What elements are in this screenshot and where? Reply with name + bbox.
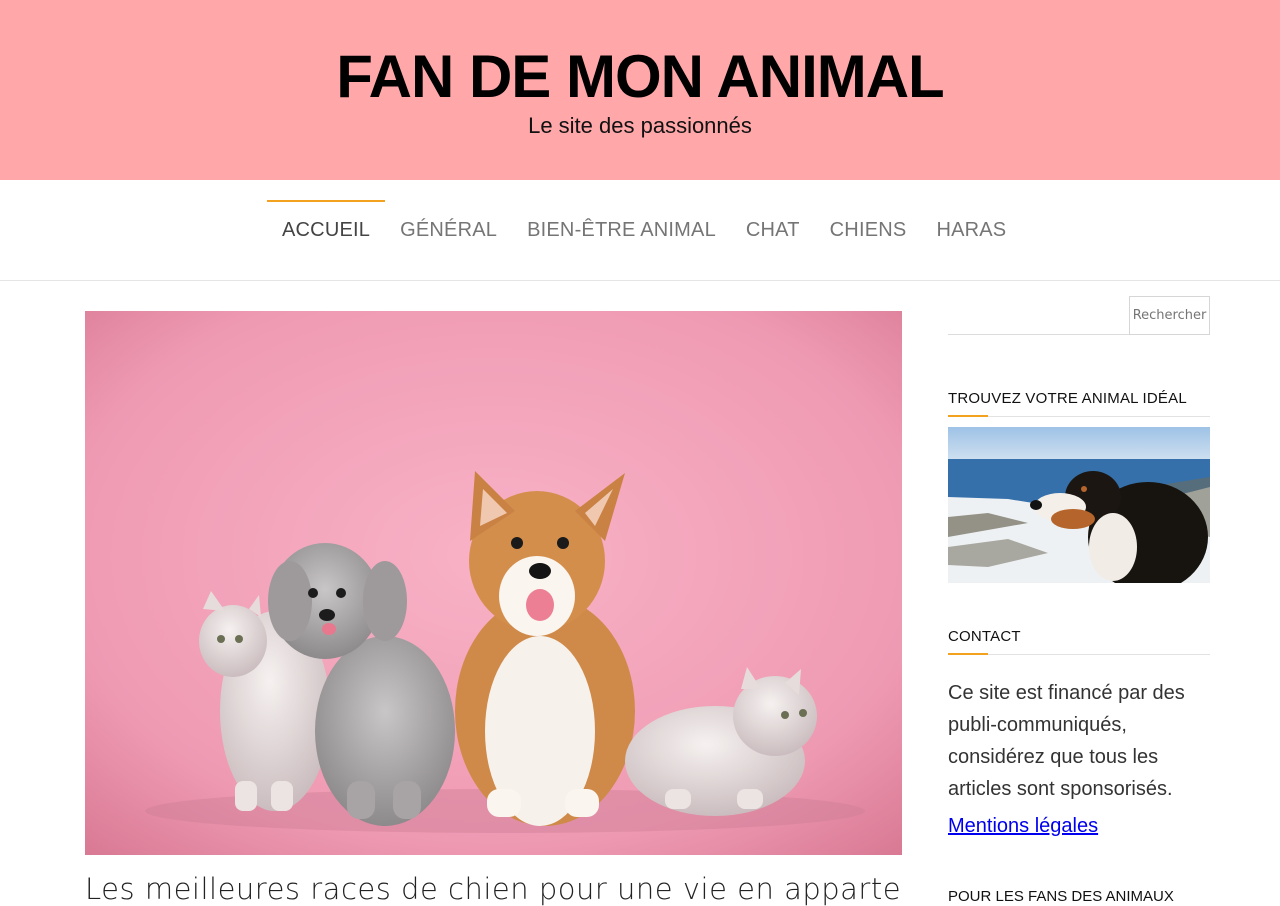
nav-item-accueil[interactable]: ACCUEIL bbox=[267, 200, 386, 259]
widget-animal-ideal: TROUVEZ VOTRE ANIMAL IDÉAL bbox=[948, 390, 1210, 583]
site-header: FAN DE MON ANIMAL Le site des passionnés bbox=[0, 0, 1280, 180]
widget-title-animal-ideal: TROUVEZ VOTRE ANIMAL IDÉAL bbox=[948, 390, 1210, 417]
search-form: Rechercher bbox=[948, 296, 1210, 335]
corgi bbox=[455, 471, 635, 826]
bernese-dog-image[interactable] bbox=[948, 427, 1210, 583]
nav-item-general[interactable]: GÉNÉRAL bbox=[385, 200, 512, 259]
search-button[interactable]: Rechercher bbox=[1129, 296, 1210, 335]
nav-item-haras[interactable]: HARAS bbox=[921, 200, 1021, 259]
cats-and-dogs-illustration bbox=[85, 311, 902, 855]
nav-list: ACCUEIL GÉNÉRAL BIEN-ÊTRE ANIMAL CHAT CH… bbox=[267, 200, 1021, 259]
mentions-legales-link[interactable]: Mentions légales bbox=[948, 815, 1098, 838]
widget-contact: CONTACT Ce site est financé par des publ… bbox=[948, 628, 1210, 838]
widget-title-fans: POUR LES FANS DES ANIMAUX bbox=[948, 888, 1174, 905]
nav-item-chat[interactable]: CHAT bbox=[731, 200, 815, 259]
dog-by-sea-illustration bbox=[948, 427, 1210, 583]
widget-fans: POUR LES FANS DES ANIMAUX bbox=[948, 888, 1210, 905]
search-input[interactable] bbox=[948, 296, 1129, 334]
nav-item-bien-etre-animal[interactable]: BIEN-ÊTRE ANIMAL bbox=[512, 200, 731, 259]
sidebar: Rechercher TROUVEZ VOTRE ANIMAL IDÉAL CO… bbox=[948, 296, 1210, 905]
post-title[interactable]: Les meilleures races de chien pour une v… bbox=[85, 872, 902, 906]
main-navigation: ACCUEIL GÉNÉRAL BIEN-ÊTRE ANIMAL CHAT CH… bbox=[0, 180, 1280, 281]
site-title[interactable]: FAN DE MON ANIMAL bbox=[0, 42, 1280, 112]
featured-image[interactable] bbox=[85, 311, 902, 855]
widget-title-contact: CONTACT bbox=[948, 628, 1210, 655]
contact-text: Ce site est financé par des publi-commun… bbox=[948, 682, 1185, 800]
site-tagline: Le site des passionnés bbox=[528, 113, 752, 138]
nav-item-chiens[interactable]: CHIENS bbox=[815, 200, 922, 259]
